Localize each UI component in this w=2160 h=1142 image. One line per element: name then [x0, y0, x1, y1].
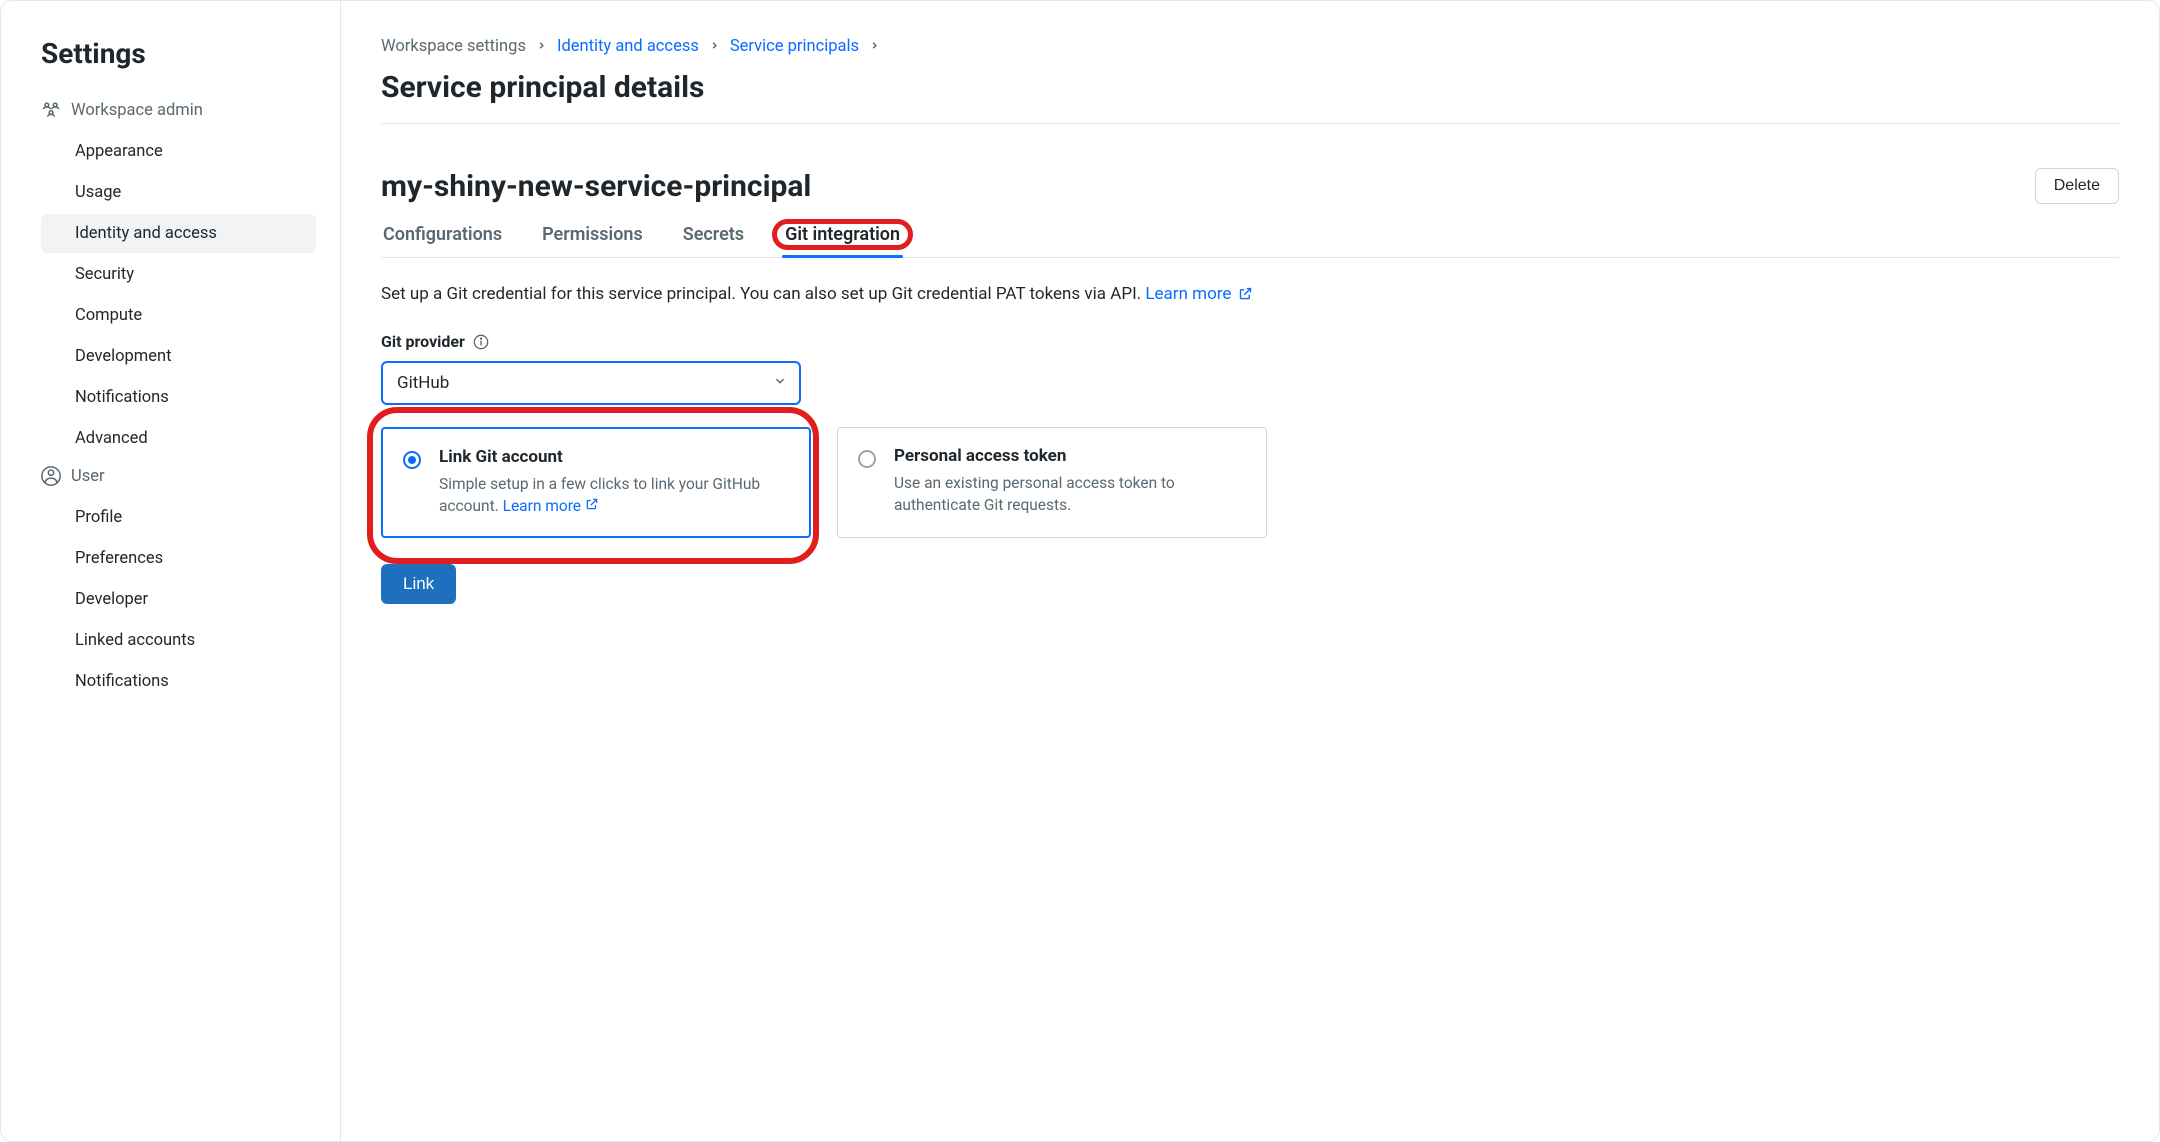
- chevron-right-icon: [709, 37, 720, 56]
- description-text: Set up a Git credential for this service…: [381, 284, 1145, 304]
- external-link-icon: [585, 497, 599, 515]
- learn-more-link[interactable]: Learn more: [1145, 284, 1252, 304]
- git-provider-select[interactable]: GitHub: [381, 361, 801, 405]
- main-content: Workspace settings Identity and access Ser…: [341, 1, 2159, 1141]
- tabs: Configurations Permissions Secrets Git inte…: [381, 214, 2119, 258]
- sidebar-item-compute[interactable]: Compute: [41, 296, 316, 335]
- auth-option-link-git-account[interactable]: Link Git account Simple setup in a few cl…: [381, 427, 811, 538]
- settings-sidebar: Settings Workspace admin AppearanceUsageI…: [1, 1, 341, 1141]
- sidebar-title: Settings: [41, 37, 316, 70]
- sidebar-item-linked-accounts[interactable]: Linked accounts: [41, 621, 316, 660]
- info-icon: [473, 334, 489, 350]
- sidebar-item-advanced[interactable]: Advanced: [41, 419, 316, 458]
- sidebar-item-usage[interactable]: Usage: [41, 173, 316, 212]
- sidebar-item-identity-and-access[interactable]: Identity and access: [41, 214, 316, 253]
- delete-button[interactable]: Delete: [2035, 168, 2119, 204]
- tab-permissions[interactable]: Permissions: [540, 214, 645, 257]
- breadcrumb: Workspace settings Identity and access Ser…: [381, 37, 2119, 56]
- breadcrumb-item[interactable]: Identity and access: [557, 37, 699, 56]
- auth-option-wrap: Personal access token Use an existing per…: [837, 427, 1267, 538]
- sidebar-item-development[interactable]: Development: [41, 337, 316, 376]
- user-icon: [41, 466, 61, 486]
- sidebar-section-label: User: [71, 467, 105, 486]
- auth-option-desc: Simple setup in a few clicks to link you…: [439, 473, 789, 518]
- auth-option-personal-access-token[interactable]: Personal access token Use an existing per…: [837, 427, 1267, 538]
- sidebar-item-notifications[interactable]: Notifications: [41, 378, 316, 417]
- link-button[interactable]: Link: [381, 564, 456, 604]
- auth-option-title: Link Git account: [439, 447, 789, 467]
- sidebar-item-profile[interactable]: Profile: [41, 498, 316, 537]
- chevron-right-icon: [869, 37, 880, 56]
- entity-name: my-shiny-new-service-principal: [381, 169, 811, 204]
- learn-more-label: Learn more: [1145, 284, 1231, 304]
- git-integration-description: Set up a Git credential for this service…: [381, 284, 2119, 306]
- sidebar-item-developer[interactable]: Developer: [41, 580, 316, 619]
- workspace-admin-icon: [41, 100, 61, 120]
- tab-git-integration[interactable]: Git integration: [782, 214, 903, 257]
- external-link-icon: [1238, 286, 1253, 306]
- auth-option-wrap: Link Git account Simple setup in a few cl…: [381, 427, 811, 538]
- learn-more-link[interactable]: Learn more: [503, 497, 599, 515]
- sidebar-item-security[interactable]: Security: [41, 255, 316, 294]
- breadcrumb-item: Workspace settings: [381, 37, 526, 56]
- git-provider-label-text: Git provider: [381, 332, 465, 351]
- auth-option-title: Personal access token: [894, 446, 1246, 466]
- sidebar-item-notifications[interactable]: Notifications: [41, 662, 316, 701]
- git-provider-value[interactable]: GitHub: [381, 361, 801, 405]
- sidebar-section-header: Workspace admin: [41, 100, 316, 120]
- auth-option-desc: Use an existing personal access token to…: [894, 472, 1246, 517]
- highlight-ring: Git integration: [772, 219, 913, 250]
- sidebar-section-header: User: [41, 466, 316, 486]
- git-provider-label: Git provider: [381, 332, 2119, 351]
- page-title: Service principal details: [381, 70, 2119, 105]
- sidebar-item-appearance[interactable]: Appearance: [41, 132, 316, 171]
- tab-secrets[interactable]: Secrets: [681, 214, 746, 257]
- radio-icon: [403, 451, 421, 469]
- radio-icon: [858, 450, 876, 468]
- sidebar-item-preferences[interactable]: Preferences: [41, 539, 316, 578]
- tab-configurations[interactable]: Configurations: [381, 214, 504, 257]
- chevron-right-icon: [536, 37, 547, 56]
- auth-method-options: Link Git account Simple setup in a few cl…: [381, 427, 2119, 538]
- sidebar-section-label: Workspace admin: [71, 101, 203, 120]
- breadcrumb-item[interactable]: Service principals: [730, 37, 859, 56]
- divider: [381, 123, 2119, 124]
